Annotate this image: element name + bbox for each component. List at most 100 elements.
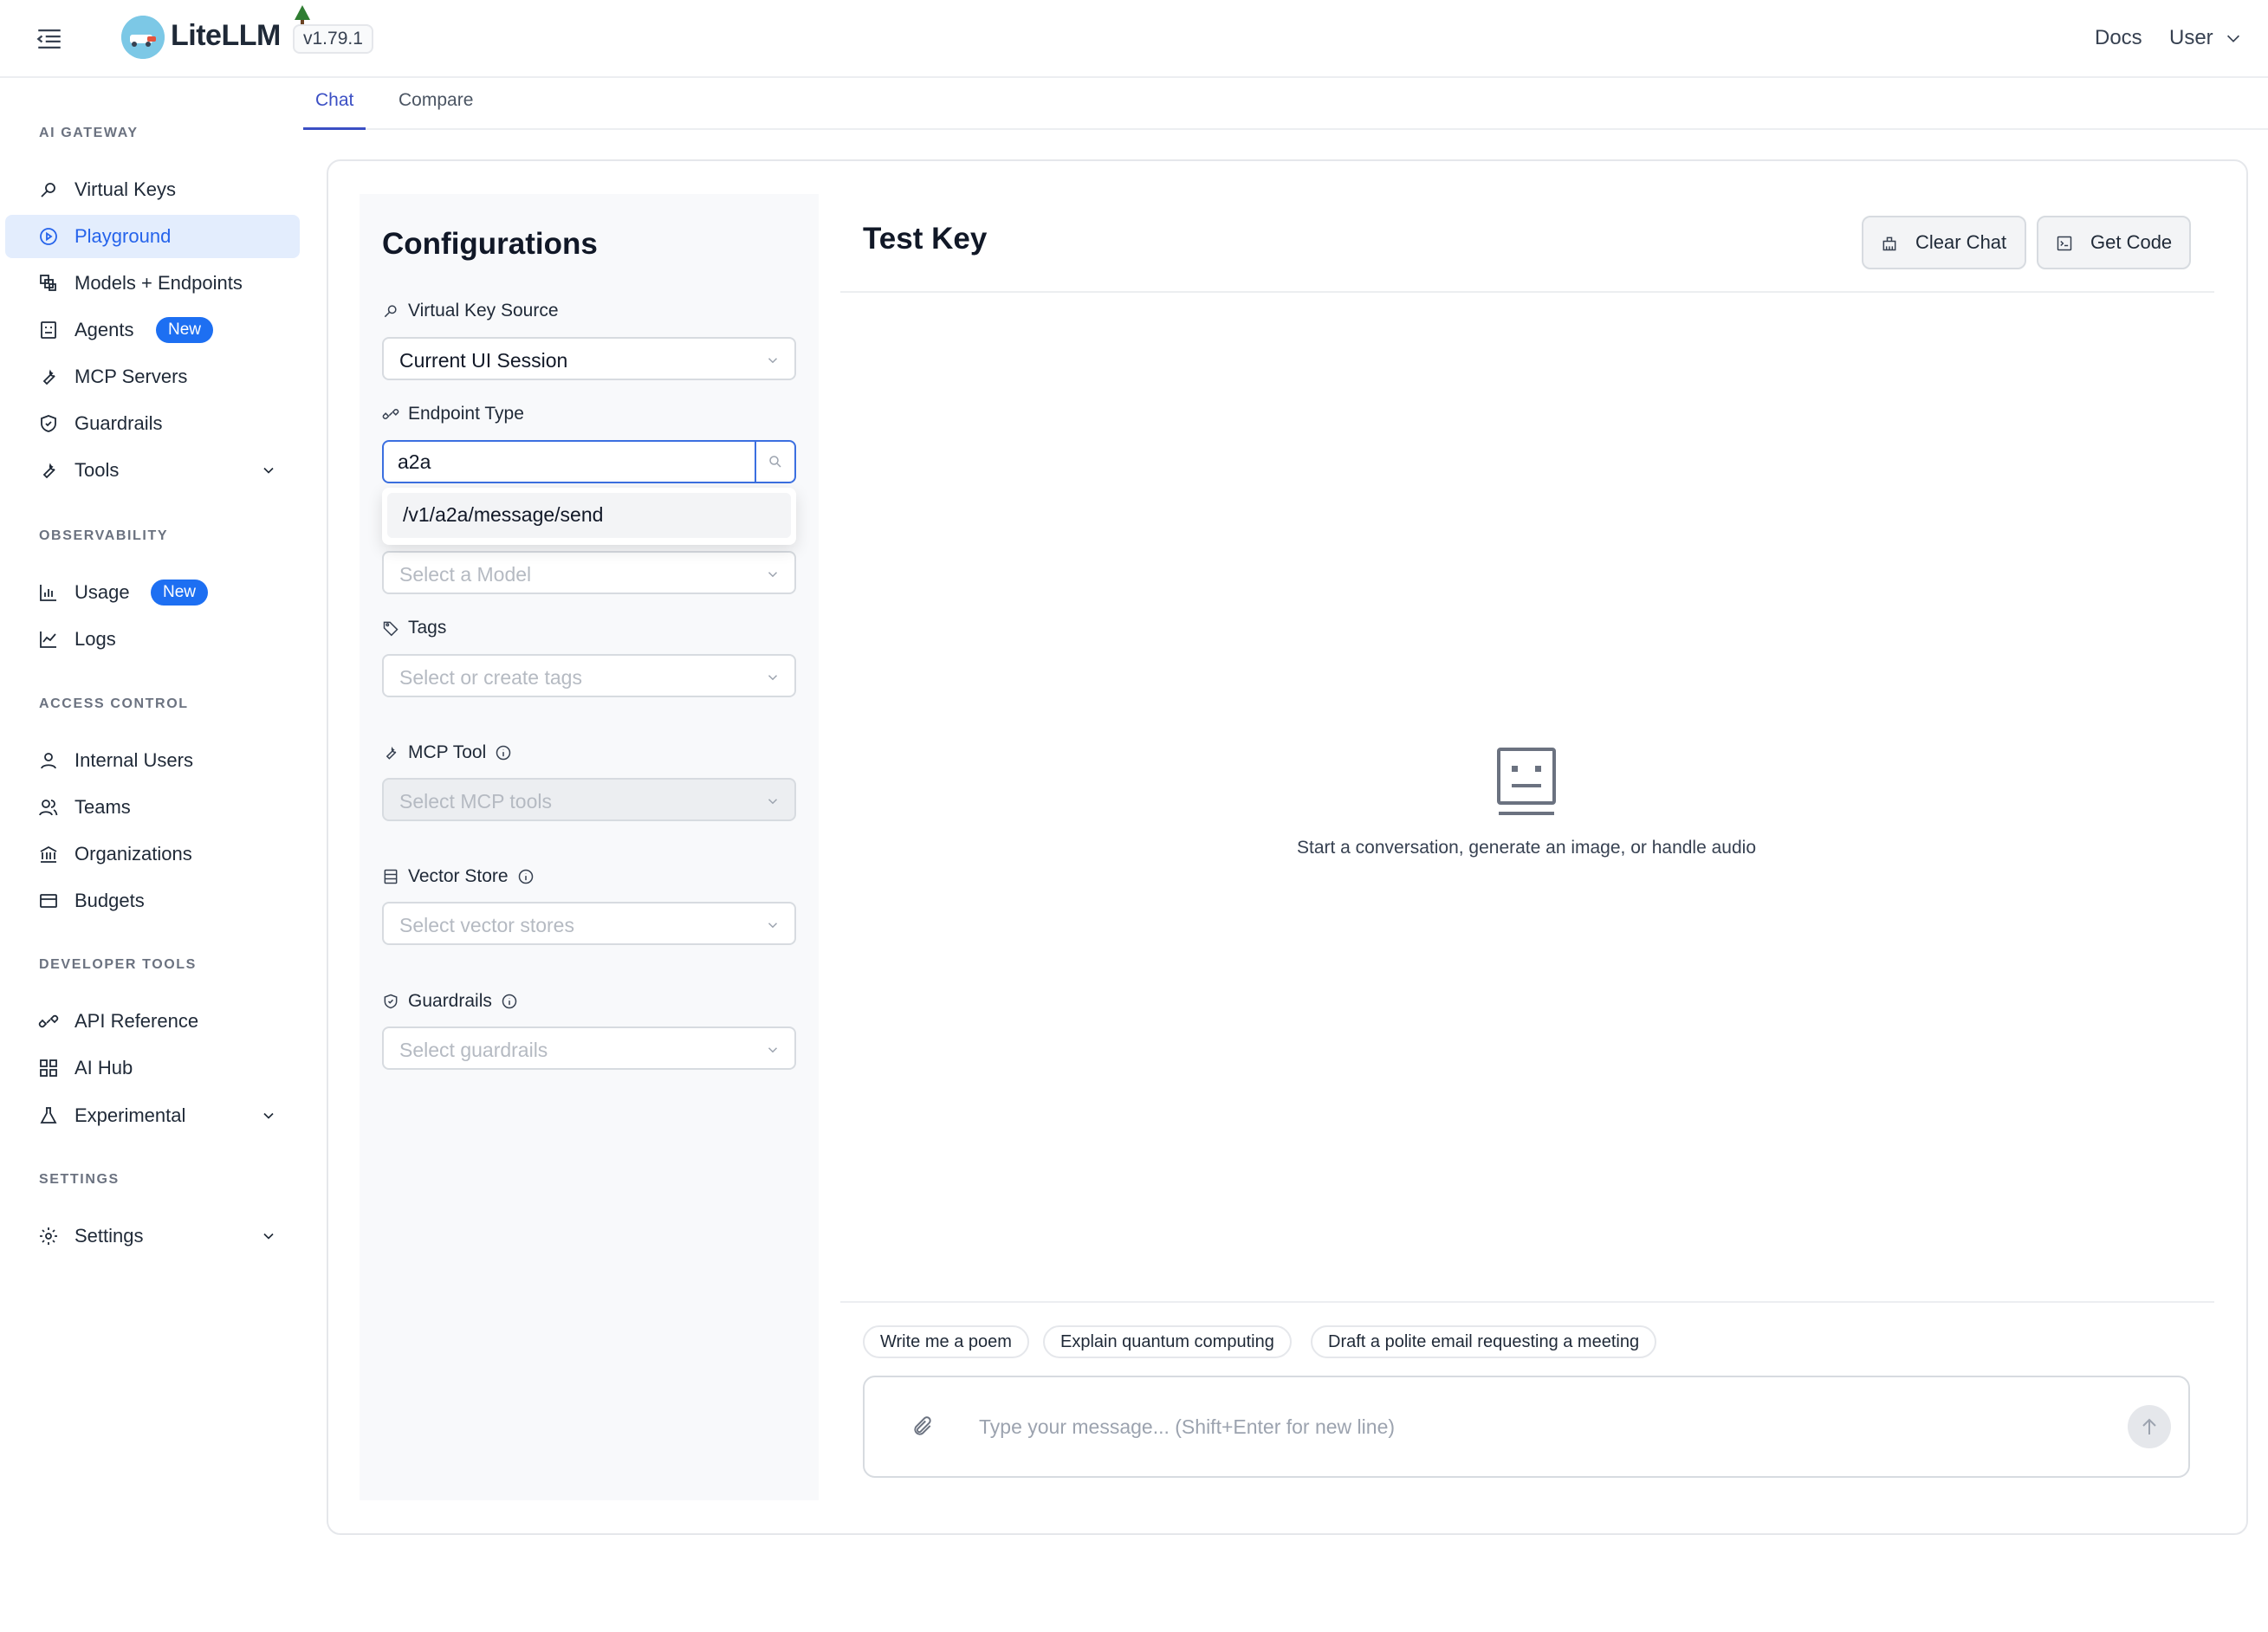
sidebar-item-playground[interactable]: Playground (5, 215, 300, 258)
vector-store-label: Vector Store (382, 866, 535, 887)
sidebar-item-label: Virtual Keys (75, 178, 176, 200)
info-icon[interactable] (517, 868, 535, 885)
suggestion-chip[interactable]: Explain quantum computing (1043, 1325, 1292, 1358)
chevron-down-icon (263, 1233, 274, 1240)
sidebar-item-agents[interactable]: Agents New (5, 308, 300, 352)
chevron-down-icon (2226, 35, 2239, 42)
empty-state-text: Start a conversation, generate an image,… (1296, 838, 1756, 858)
send-button[interactable] (2128, 1405, 2171, 1448)
section-ai-gateway: AI GATEWAY (39, 126, 139, 140)
tree-icon (295, 5, 310, 24)
suggestion-chip[interactable]: Write me a poem (863, 1325, 1029, 1358)
arrow-up-icon (2142, 1418, 2156, 1434)
field-label-text: Guardrails (408, 991, 492, 1011)
get-code-label: Get Code (2090, 231, 2173, 253)
chat-header-divider (840, 291, 2214, 293)
clear-chat-button[interactable]: Clear Chat (1862, 216, 2026, 269)
sidebar-item-label: Settings (75, 1225, 144, 1247)
virtual-key-source-select[interactable]: Current UI Session (382, 337, 796, 380)
select-placeholder: Select vector stores (399, 914, 574, 936)
chevron-down-icon (768, 358, 778, 364)
endpoint-type-search-button[interactable] (755, 440, 796, 483)
tag-icon (383, 621, 399, 637)
endpoint-type-label: Endpoint Type (382, 404, 524, 424)
tab-bar: Chat Compare (303, 80, 2268, 130)
paperclip-icon[interactable] (911, 1415, 934, 1438)
sidebar-item-api-reference[interactable]: API Reference (5, 1000, 300, 1043)
guardrails-select[interactable]: Select guardrails (382, 1026, 796, 1070)
sidebar-item-models-endpoints[interactable]: Models + Endpoints (5, 262, 300, 305)
sidebar-item-mcp-servers[interactable]: MCP Servers (5, 355, 300, 398)
user-menu-label: User (2169, 26, 2213, 49)
section-observability: OBSERVABILITY (39, 528, 169, 543)
menu-collapse-icon[interactable] (35, 24, 64, 54)
tab-compare[interactable]: Compare (386, 90, 485, 130)
sidebar-item-teams[interactable]: Teams (5, 786, 300, 829)
chevron-down-icon (768, 1047, 778, 1053)
info-icon[interactable] (495, 744, 512, 761)
user-menu[interactable]: User (2169, 26, 2243, 50)
sidebar-item-internal-users[interactable]: Internal Users (5, 739, 300, 782)
wallet-icon (40, 894, 57, 908)
robot-icon (41, 321, 56, 339)
suggestion-chip[interactable]: Draft a polite email requesting a meetin… (1311, 1325, 1657, 1358)
sidebar-item-label: AI Hub (75, 1057, 133, 1078)
endpoint-type-search-input[interactable] (382, 440, 756, 483)
docs-link[interactable]: Docs (2095, 26, 2142, 50)
link-icon (382, 409, 399, 419)
endpoint-option[interactable]: /v1/a2a/message/send (387, 493, 791, 538)
sidebar-item-tools[interactable]: Tools (5, 449, 300, 492)
chevron-down-icon (768, 675, 778, 681)
tab-chat[interactable]: Chat (303, 90, 366, 130)
chat-footer-divider (840, 1301, 2214, 1303)
bar-chart-icon (40, 585, 56, 601)
chat-title: Test Key (863, 222, 988, 256)
search-icon (769, 456, 781, 468)
sidebar-item-organizations[interactable]: Organizations (5, 832, 300, 876)
chevron-down-icon (768, 572, 778, 578)
field-label-text: Endpoint Type (408, 404, 524, 424)
sidebar-item-experimental[interactable]: Experimental (5, 1094, 300, 1137)
robot-icon (1497, 748, 1556, 815)
code-icon (2057, 236, 2072, 251)
wrench-icon (386, 746, 397, 760)
select-placeholder: Select or create tags (399, 666, 582, 689)
sidebar-item-virtual-keys[interactable]: Virtual Keys (5, 168, 300, 211)
sidebar-item-label: Guardrails (75, 412, 163, 434)
new-badge: New (156, 317, 214, 343)
vector-store-select[interactable]: Select vector stores (382, 902, 796, 945)
sidebar-item-label: Teams (75, 796, 131, 818)
sidebar-item-logs[interactable]: Logs (5, 618, 300, 661)
wrench-icon (42, 369, 55, 385)
select-value: Current UI Session (399, 349, 568, 372)
tags-label: Tags (382, 618, 446, 638)
mcp-tool-label: MCP Tool (382, 742, 512, 763)
sidebar-item-label: Experimental (75, 1104, 186, 1126)
field-label-text: MCP Tool (408, 742, 487, 762)
sidebar-item-settings[interactable]: Settings (5, 1214, 300, 1258)
sidebar-item-guardrails[interactable]: Guardrails (5, 402, 300, 445)
sidebar-item-label: Models + Endpoints (75, 272, 243, 294)
tags-select[interactable]: Select or create tags (382, 654, 796, 697)
app-name: LiteLLM (171, 19, 281, 52)
sidebar-item-usage[interactable]: Usage New (5, 571, 300, 614)
sidebar-item-ai-hub[interactable]: AI Hub (5, 1046, 300, 1090)
select-placeholder: Select MCP tools (399, 790, 552, 813)
clear-icon (1882, 236, 1896, 251)
mcp-tool-select[interactable]: Select MCP tools (382, 778, 796, 821)
sidebar-item-budgets[interactable]: Budgets (5, 879, 300, 923)
chevron-down-icon (263, 467, 274, 474)
key-icon (384, 305, 397, 318)
sidebar-item-label: Logs (75, 628, 116, 650)
sidebar-item-label: Tools (75, 459, 120, 481)
get-code-button[interactable]: Get Code (2037, 216, 2191, 269)
model-select[interactable]: Select a Model (382, 551, 796, 594)
sidebar-item-label: MCP Servers (75, 366, 188, 387)
gear-icon (40, 1227, 57, 1245)
team-icon (39, 800, 58, 816)
message-input[interactable] (979, 1409, 2105, 1445)
info-icon[interactable] (501, 993, 518, 1010)
sidebar-item-label: Agents (75, 319, 134, 340)
chevron-down-icon (263, 1112, 274, 1119)
user-icon (41, 753, 56, 769)
